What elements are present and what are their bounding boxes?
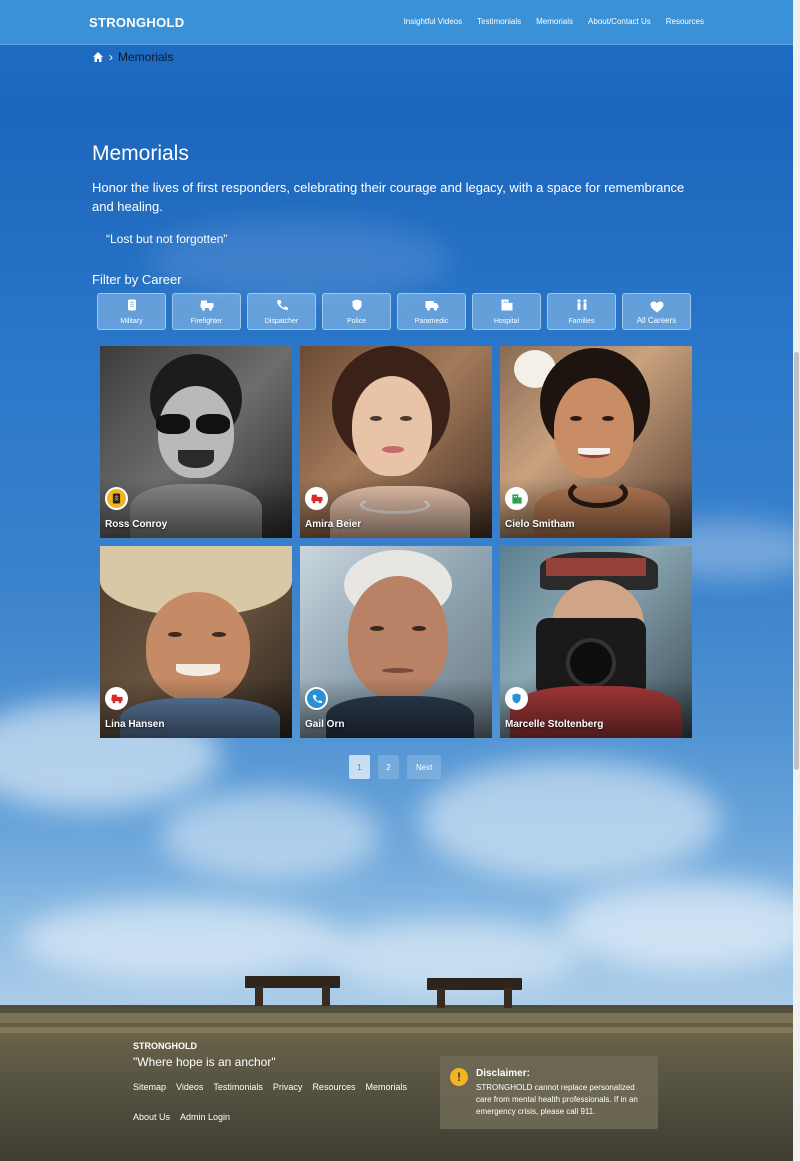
footer-link-sitemap[interactable]: Sitemap: [133, 1082, 166, 1092]
memorial-name: Marcelle Stoltenberg: [505, 719, 604, 730]
page-quote: “Lost but not forgotten”: [106, 232, 228, 246]
filter-label-all-careers: All Careers: [636, 316, 677, 325]
memorial-card[interactable]: Ross Conroy: [100, 346, 292, 538]
heart-icon: [650, 301, 664, 314]
filter-label-paramedic: Paramedic: [414, 318, 449, 325]
breadcrumb: › Memorials: [92, 50, 173, 64]
footer-link-admin-login[interactable]: Admin Login: [180, 1112, 230, 1122]
footer-link-about-us[interactable]: About Us: [133, 1112, 170, 1122]
filter-families-button[interactable]: Families: [547, 293, 616, 330]
nav-memorials[interactable]: Memorials: [536, 17, 573, 26]
breadcrumb-separator: ›: [109, 50, 113, 64]
memorial-card[interactable]: Gail Orn: [300, 546, 492, 738]
nav-testimonials[interactable]: Testimonials: [477, 17, 521, 26]
footer-link-resources[interactable]: Resources: [312, 1082, 355, 1092]
page-1-button[interactable]: 1: [349, 755, 370, 779]
filter-label-firefighter: Firefighter: [190, 318, 223, 325]
page-title: Memorials: [92, 142, 189, 165]
memorial-name: Ross Conroy: [105, 519, 168, 530]
filter-label: Filter by Career: [92, 272, 182, 287]
nav-resources[interactable]: Resources: [666, 17, 704, 26]
phone-icon: [276, 299, 288, 315]
fire-truck-icon: [305, 487, 328, 510]
ambulance-icon: [425, 300, 439, 315]
family-icon: [575, 299, 589, 315]
next-page-button[interactable]: Next: [407, 755, 442, 779]
disclaimer-box: ! Disclaimer: STRONGHOLD cannot replace …: [440, 1056, 658, 1129]
hospital-icon: [501, 299, 513, 315]
footer-link-testimonials[interactable]: Testimonials: [213, 1082, 263, 1092]
memorial-grid: Ross Conroy Amira Beier Cielo Smitham Li…: [100, 346, 692, 738]
page-2-button[interactable]: 2: [378, 755, 399, 779]
nav-insightful-videos[interactable]: Insightful Videos: [404, 17, 463, 26]
memorial-card[interactable]: Lina Hansen: [100, 546, 292, 738]
shield-icon: [505, 687, 528, 710]
hospital-icon: [505, 487, 528, 510]
breadcrumb-current: Memorials: [118, 50, 174, 64]
shield-icon: [352, 299, 362, 315]
pagination: 1 2 Next: [349, 755, 442, 779]
military-icon: [127, 299, 137, 315]
memorial-name: Lina Hansen: [105, 719, 165, 730]
footer-tagline: "Where hope is an anchor": [133, 1055, 276, 1069]
memorial-card[interactable]: Amira Beier: [300, 346, 492, 538]
filter-military-button[interactable]: Military: [97, 293, 166, 330]
home-icon[interactable]: [92, 51, 104, 63]
scrollbar[interactable]: [793, 0, 800, 1161]
filter-all-careers-button[interactable]: All Careers: [622, 293, 691, 330]
filter-label-families: Families: [568, 318, 595, 325]
fire-truck-icon: [200, 300, 214, 315]
memorial-card[interactable]: Marcelle Stoltenberg: [500, 546, 692, 738]
career-filters: Military Firefighter Dispatcher Police P…: [97, 293, 691, 330]
warning-icon: !: [450, 1068, 468, 1086]
filter-paramedic-button[interactable]: Paramedic: [397, 293, 466, 330]
brand-logo[interactable]: STRONGHOLD: [89, 15, 184, 30]
memorial-name: Cielo Smitham: [505, 519, 575, 530]
filter-dispatcher-button[interactable]: Dispatcher: [247, 293, 316, 330]
footer-links-secondary: About Us Admin Login: [133, 1112, 230, 1122]
filter-firefighter-button[interactable]: Firefighter: [172, 293, 241, 330]
footer-link-memorials[interactable]: Memorials: [365, 1082, 407, 1092]
military-icon: [105, 487, 128, 510]
page-intro: Honor the lives of first responders, cel…: [92, 180, 685, 214]
filter-label-hospital: Hospital: [493, 318, 520, 325]
filter-label-dispatcher: Dispatcher: [264, 318, 299, 325]
phone-icon: [305, 687, 328, 710]
memorial-card[interactable]: Cielo Smitham: [500, 346, 692, 538]
footer-brand: STRONGHOLD: [133, 1041, 197, 1051]
scrollbar-thumb[interactable]: [794, 352, 799, 770]
fire-truck-icon: [105, 687, 128, 710]
nav-about-contact[interactable]: About/Contact Us: [588, 17, 651, 26]
disclaimer-text: STRONGHOLD cannot replace personalized c…: [476, 1083, 638, 1116]
filter-police-button[interactable]: Police: [322, 293, 391, 330]
disclaimer-title: Disclaimer:: [476, 1068, 530, 1079]
footer-link-videos[interactable]: Videos: [176, 1082, 203, 1092]
site-header: STRONGHOLD Insightful Videos Testimonial…: [0, 0, 793, 45]
footer-links: Sitemap Videos Testimonials Privacy Reso…: [133, 1082, 407, 1092]
filter-label-police: Police: [346, 318, 367, 325]
filter-hospital-button[interactable]: Hospital: [472, 293, 541, 330]
footer-link-privacy[interactable]: Privacy: [273, 1082, 303, 1092]
filter-label-military: Military: [120, 318, 143, 325]
main-nav: Insightful Videos Testimonials Memorials…: [404, 17, 704, 26]
memorial-name: Gail Orn: [305, 719, 345, 730]
memorial-name: Amira Beier: [305, 519, 362, 530]
